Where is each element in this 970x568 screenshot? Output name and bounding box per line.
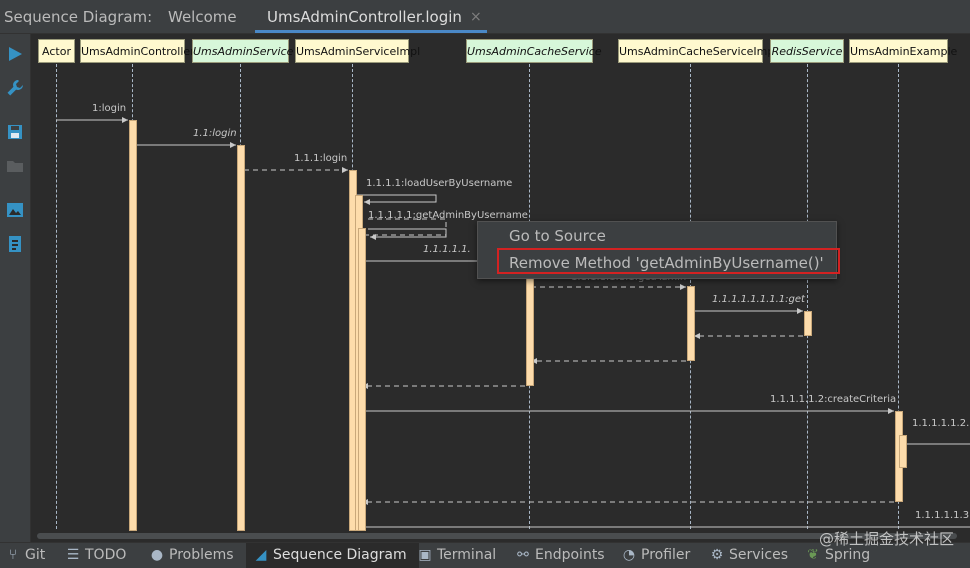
tool-label: Endpoints xyxy=(535,547,605,563)
sequence-icon: ◢ xyxy=(255,547,267,563)
message-arrows xyxy=(56,117,970,528)
tab-ums-admin-controller-login[interactable]: UmsAdminController.login xyxy=(267,8,462,26)
tool-label: Git xyxy=(25,547,46,563)
message-label[interactable]: 1.1.1.1.1.2:createCriteria xyxy=(770,394,896,405)
terminal-icon: ▣ xyxy=(418,547,432,563)
tool-git[interactable]: ⑂ Git xyxy=(6,543,45,568)
endpoints-icon: ⚯ xyxy=(517,547,529,563)
menu-item-go-to-source[interactable]: Go to Source xyxy=(509,227,606,245)
activation-ums-admin-service xyxy=(237,145,245,531)
sequence-diagram-canvas[interactable]: Actor UmsAdminController UmsAdminService… xyxy=(31,34,970,531)
tool-label: TODO xyxy=(85,547,127,563)
message-label[interactable]: 1.1.1:login xyxy=(294,153,347,164)
activation-ums-admin-controller xyxy=(129,120,137,531)
services-icon: ⚙ xyxy=(710,547,724,563)
tool-terminal[interactable]: ▣ Terminal xyxy=(418,543,496,568)
tool-todo[interactable]: ☰ TODO xyxy=(66,543,127,568)
problems-icon: ● xyxy=(150,547,164,563)
tab-close-icon[interactable]: × xyxy=(470,9,482,25)
list-icon: ☰ xyxy=(66,547,80,563)
message-label[interactable]: 1.1.1.1.1. xyxy=(423,244,471,255)
save-icon[interactable] xyxy=(5,122,25,142)
message-label[interactable]: 1.1:login xyxy=(193,128,237,139)
tool-endpoints[interactable]: ⚯ Endpoints xyxy=(516,543,605,568)
spring-icon: ❦ xyxy=(807,547,819,563)
menu-item-remove-method[interactable]: Remove Method 'getAdminByUsername()' xyxy=(509,254,824,272)
message-label[interactable]: 1.1.1.1.1.2.1 xyxy=(912,418,970,429)
activation-ums-admin-example-nested xyxy=(899,435,907,468)
activation-redis-service xyxy=(804,311,812,336)
play-icon[interactable] xyxy=(5,44,25,64)
export-icon[interactable] xyxy=(5,234,25,254)
tool-label: Problems xyxy=(169,547,234,563)
branch-icon: ⑂ xyxy=(8,547,18,563)
tool-label: Spring xyxy=(825,547,871,563)
diagram-left-toolbar xyxy=(0,34,31,542)
profiler-icon: ◔ xyxy=(622,547,636,563)
message-label[interactable]: 1.1.1.1.1:getAdminByUsername xyxy=(368,210,528,221)
editor-tab-bar: Sequence Diagram: Welcome UmsAdminContro… xyxy=(0,0,970,34)
tool-label: Sequence Diagram xyxy=(273,547,407,563)
tab-welcome[interactable]: Welcome xyxy=(168,8,237,26)
message-label[interactable]: 1.1.1.1.1.1.1.1:get xyxy=(712,294,805,305)
activation-ums-admin-cache-service xyxy=(526,261,534,386)
context-menu: Go to Source Remove Method 'getAdminByUs… xyxy=(477,221,840,279)
tool-problems[interactable]: ● Problems xyxy=(150,543,234,568)
wrench-icon[interactable] xyxy=(5,78,25,98)
tool-label: Services xyxy=(729,547,789,563)
image-icon[interactable] xyxy=(5,200,25,220)
tool-sequence-diagram[interactable]: ◢ Sequence Diagram xyxy=(246,543,419,568)
watermark: @稀土掘金技术社区 xyxy=(818,530,954,548)
folder-icon xyxy=(5,156,25,176)
tool-profiler[interactable]: ◔ Profiler xyxy=(622,543,690,568)
activation-nested-2 xyxy=(358,228,366,531)
diagram-title-label: Sequence Diagram: xyxy=(4,8,153,26)
message-label[interactable]: 1:login xyxy=(92,103,126,114)
message-label[interactable]: 1.1.1.1.1.3: xyxy=(915,510,970,521)
tool-label: Terminal xyxy=(437,547,497,563)
activation-ums-admin-cache-service-impl xyxy=(687,286,695,361)
message-label[interactable]: 1.1.1.1:loadUserByUsername xyxy=(366,178,512,189)
tool-services[interactable]: ⚙ Services xyxy=(710,543,788,568)
tool-label: Profiler xyxy=(641,547,691,563)
active-tab-indicator xyxy=(255,30,487,33)
